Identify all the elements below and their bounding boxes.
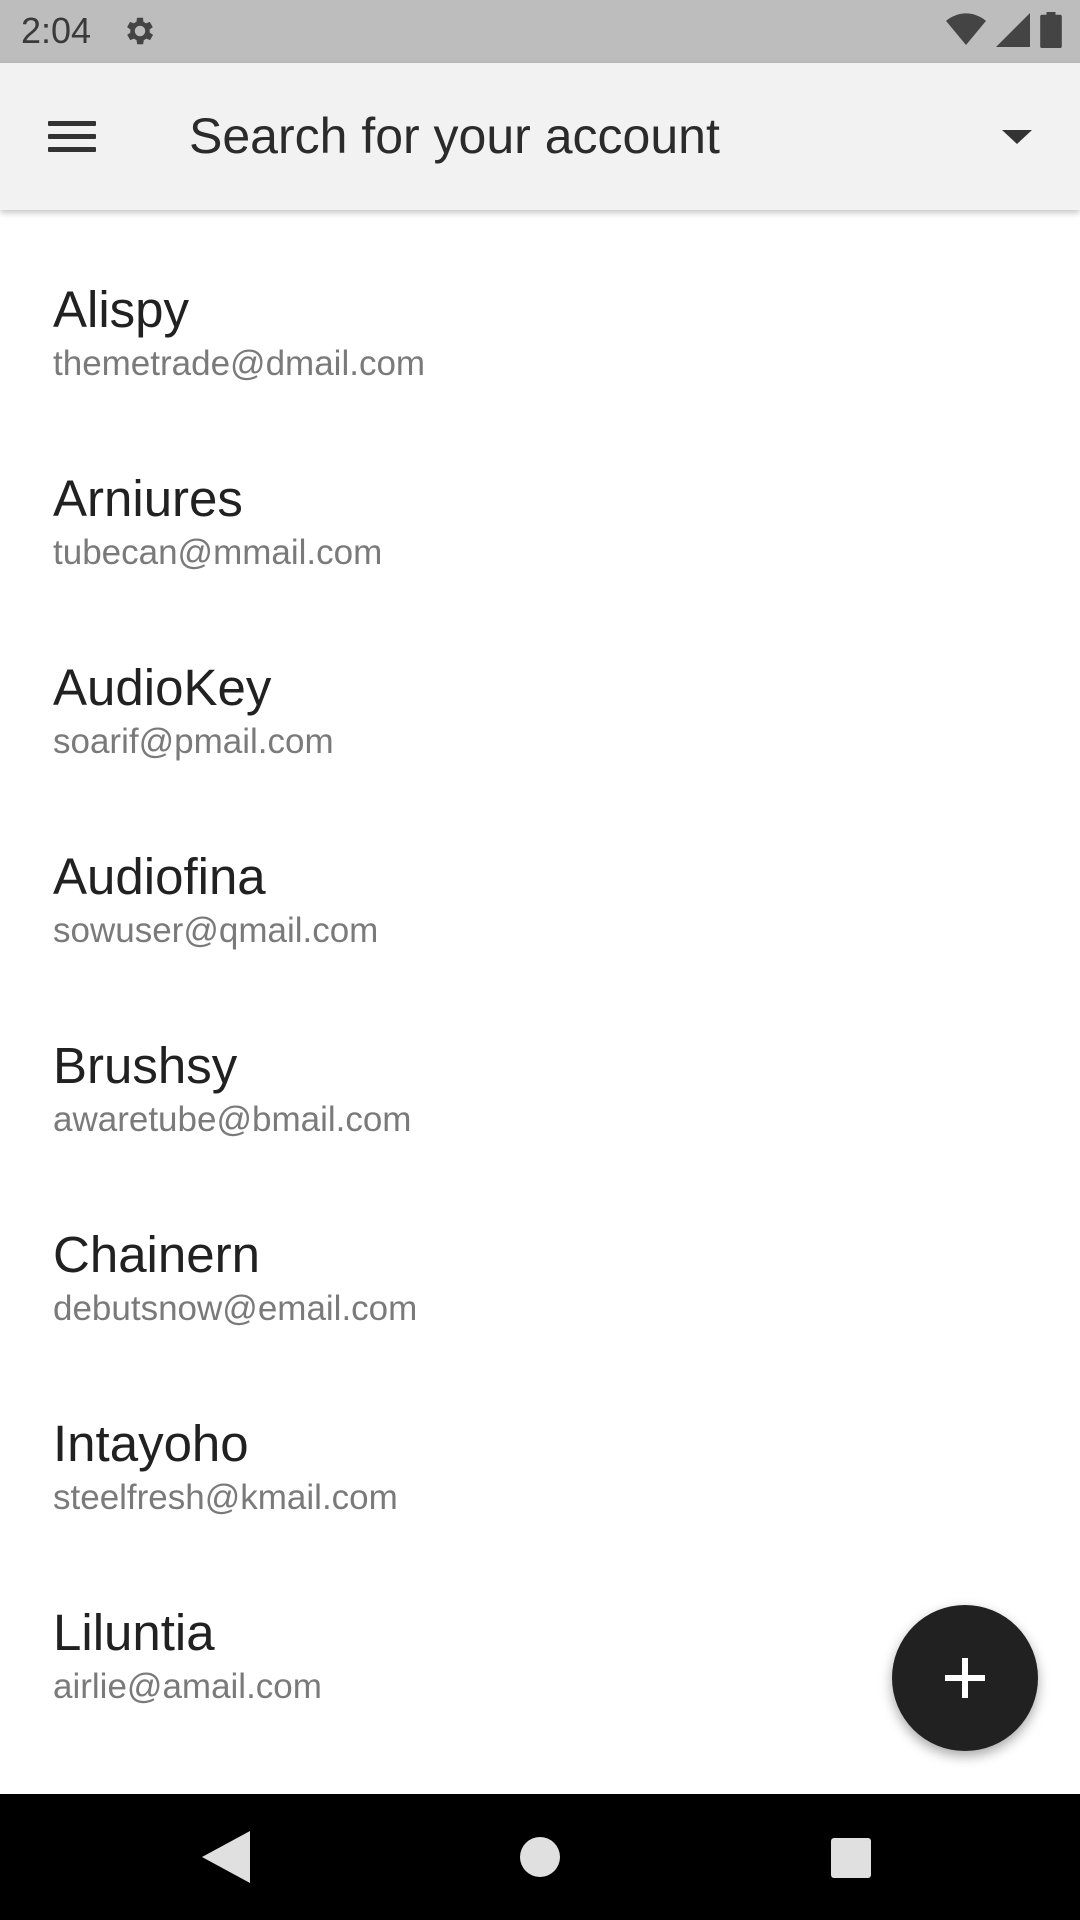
- wifi-icon: [946, 13, 986, 46]
- account-email: themetrade@dmail.com: [53, 344, 426, 383]
- battery-icon: [1040, 12, 1062, 48]
- status-bar: 2:04: [0, 0, 1080, 63]
- app-toolbar: Search for your account: [0, 63, 1080, 210]
- account-email: tubecan@mmail.com: [53, 533, 383, 572]
- list-item[interactable]: Alispy themetrade@dmail.com: [0, 280, 1080, 469]
- status-time: 2:04: [21, 10, 92, 51]
- account-name: Liluntia: [53, 1604, 215, 1661]
- account-email: soarif@pmail.com: [53, 722, 334, 761]
- account-name: Alispy: [53, 281, 190, 338]
- account-name: AudioKey: [53, 659, 272, 716]
- list-item[interactable]: Intayoho steelfresh@kmail.com: [0, 1414, 1080, 1603]
- signal-icon: [996, 13, 1030, 47]
- list-item[interactable]: Chainern debutsnow@email.com: [0, 1225, 1080, 1414]
- recents-icon[interactable]: [831, 1838, 871, 1878]
- list-item[interactable]: Audiofina sowuser@qmail.com: [0, 847, 1080, 1036]
- account-email: airlie@amail.com: [53, 1667, 322, 1706]
- home-icon[interactable]: [520, 1837, 560, 1877]
- account-name: Brushsy: [53, 1037, 238, 1094]
- account-email: awaretube@bmail.com: [53, 1100, 412, 1139]
- account-name: Chainern: [53, 1226, 260, 1283]
- list-item[interactable]: Brushsy awaretube@bmail.com: [0, 1036, 1080, 1225]
- account-name: Arniures: [53, 470, 243, 527]
- gear-icon: [127, 17, 154, 45]
- account-name: Intayoho: [53, 1415, 249, 1472]
- account-email: sowuser@qmail.com: [53, 911, 379, 950]
- arrow-drop-down-icon[interactable]: [982, 103, 1052, 169]
- back-icon[interactable]: [202, 1831, 262, 1883]
- list-item[interactable]: AudioKey soarif@pmail.com: [0, 658, 1080, 847]
- account-email: steelfresh@kmail.com: [53, 1478, 398, 1517]
- add-account-button[interactable]: [892, 1605, 1038, 1751]
- menu-icon[interactable]: [34, 103, 110, 169]
- account-search-title[interactable]: Search for your account: [189, 107, 720, 165]
- account-email: debutsnow@email.com: [53, 1289, 418, 1328]
- list-item[interactable]: Arniures tubecan@mmail.com: [0, 469, 1080, 658]
- navigation-bar: [0, 1794, 1080, 1920]
- account-name: Audiofina: [53, 848, 266, 905]
